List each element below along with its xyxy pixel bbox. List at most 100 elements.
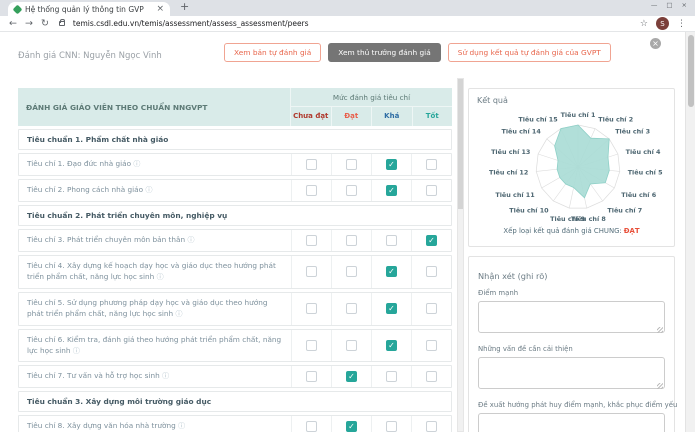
minimize-icon[interactable]: — [651,1,658,9]
padlock-icon [59,21,65,26]
back-icon[interactable]: ← [9,16,17,32]
level-checkbox-col-2[interactable] [386,371,397,382]
level-header-1: Đạt [331,107,372,126]
toolbar-button-2[interactable]: Sử dụng kết quả tự đánh giá của GVPT [448,43,611,62]
forward-icon[interactable]: → [25,16,33,32]
checkbox-cell [291,293,331,325]
level-checkbox-col-1[interactable] [346,185,357,196]
info-icon: ⓘ [178,422,185,430]
criterion-row: Tiêu chí 2. Phong cách nhà giáo ⓘ ✓ [18,179,452,202]
section-row: Tiêu chuẩn 2. Phát triển chuyên môn, ngh… [18,205,452,226]
toolbar-button-1[interactable]: Xem thủ trưởng đánh giá [328,43,441,62]
checkbox-cell: ✓ [371,180,411,201]
level-checkbox-col-3[interactable] [426,340,437,351]
level-checkbox-col-0[interactable] [306,235,317,246]
level-checkbox-col-0[interactable] [306,340,317,351]
level-checkbox-col-0[interactable] [306,303,317,314]
level-checkbox-col-0[interactable] [306,371,317,382]
level-header-0: Chưa đạt [290,107,331,126]
level-checkbox-col-2[interactable]: ✓ [386,185,397,196]
level-checkbox-col-0[interactable] [306,159,317,170]
level-checkbox-col-2[interactable] [386,421,397,432]
level-checkbox-col-0[interactable] [306,266,317,277]
url-text[interactable]: temis.csdl.edu.vn/temis/assessment/asses… [73,19,309,28]
criterion-row: Tiêu chí 4. Xây dựng kế hoạch dạy học và… [18,255,452,289]
checkbox-cell [291,416,331,432]
level-checkbox-col-2[interactable]: ✓ [386,340,397,351]
comment-textarea-1[interactable] [478,357,665,389]
level-checkbox-col-0[interactable] [306,421,317,432]
toolbar-button-0[interactable]: Xem bản tự đánh giá [224,43,321,62]
browser-menu-icon[interactable]: ⋮ [677,19,686,29]
close-window-icon[interactable]: × [682,1,687,9]
checkbox-cell [411,154,451,175]
tab-close-icon[interactable]: × [156,2,164,16]
table-title: ĐÁNH GIÁ GIÁO VIÊN THEO CHUẨN NNGVPT [18,88,290,126]
panel-scrollbar-thumb[interactable] [458,79,463,209]
level-checkbox-col-1[interactable]: ✓ [346,421,357,432]
evaluation-table: ĐÁNH GIÁ GIÁO VIÊN THEO CHUẨN NNGVPT Mức… [18,88,452,432]
level-checkbox-col-2[interactable]: ✓ [386,303,397,314]
level-checkbox-col-3[interactable] [426,159,437,170]
checkbox-cell [291,366,331,387]
criteria-rows: Tiêu chuẩn 1. Phẩm chất nhà giáoTiêu chí… [18,129,452,432]
level-checkbox-col-3[interactable] [426,371,437,382]
comment-textarea-0[interactable] [478,301,665,333]
reload-icon[interactable]: ↻ [41,16,49,32]
criterion-row: Tiêu chí 7. Tư vấn và hỗ trợ học sinh ⓘ✓ [18,365,452,388]
level-checkbox-col-2[interactable]: ✓ [386,266,397,277]
window-controls[interactable]: — □ × [651,1,687,9]
criterion-text: Tiêu chí 2. Phong cách nhà giáo [27,185,143,194]
checkbox-cell [291,330,331,362]
level-checkbox-col-1[interactable] [346,235,357,246]
checkbox-cell [371,416,411,432]
level-header-3: Tốt [412,107,453,126]
level-checkbox-col-1[interactable] [346,159,357,170]
overall-rating: Xếp loại kết quả đánh giá CHUNG:ĐẠT [477,227,666,235]
checkbox-cell [291,154,331,175]
comment-textarea-2[interactable] [478,413,665,432]
window-scrollbar[interactable] [685,32,695,432]
profile-avatar[interactable]: S [656,17,669,30]
restore-icon[interactable]: □ [666,1,672,9]
level-checkbox-col-0[interactable] [306,185,317,196]
criterion-row: Tiêu chí 6. Kiểm tra, đánh giá theo hướn… [18,329,452,363]
panel-scrollbar[interactable] [457,78,464,432]
radar-chart: Tiêu chí 1Tiêu chí 2Tiêu chí 3Tiêu chí 4… [477,106,680,227]
level-checkbox-col-2[interactable]: ✓ [386,159,397,170]
checkbox-cell [331,330,371,362]
close-panel-icon[interactable]: × [650,38,661,49]
criterion-label: Tiêu chí 6. Kiểm tra, đánh giá theo hướn… [19,330,291,362]
radar-axis-label: Tiêu chí 12 [489,169,528,177]
level-checkbox-col-1[interactable] [346,340,357,351]
radar-axis-label: Tiêu chí 14 [501,128,541,136]
level-checkbox-col-3[interactable] [426,185,437,196]
info-icon: ⓘ [133,160,140,168]
checkbox-cell [291,230,331,251]
checkbox-cell [291,180,331,201]
level-checkbox-col-1[interactable] [346,266,357,277]
level-checkbox-col-3[interactable] [426,303,437,314]
window-scrollbar-thumb[interactable] [688,35,694,107]
radar-axis-label: Tiêu chí 4 [626,148,661,156]
level-checkbox-col-3[interactable] [426,421,437,432]
level-checkbox-col-1[interactable]: ✓ [346,371,357,382]
level-checkbox-col-2[interactable] [386,235,397,246]
level-checkbox-col-3[interactable] [426,266,437,277]
checkbox-cell [411,366,451,387]
level-group-label: Mức đánh giá tiêu chí [290,88,452,107]
new-tab-button[interactable]: + [180,0,189,13]
checkbox-cell [331,230,371,251]
radar-axis-label: Tiêu chí 10 [509,207,549,215]
radar-axis-label: Tiêu chí 2 [598,115,633,123]
info-icon: ⓘ [162,372,169,380]
level-checkbox-col-3[interactable]: ✓ [426,235,437,246]
criterion-text: Tiêu chí 3. Phát triển chuyên môn bản th… [27,235,185,244]
bookmark-star-icon[interactable]: ☆ [640,19,648,29]
checkbox-cell: ✓ [331,416,371,432]
browser-tab[interactable]: Hệ thống quản lý thông tin GVP × [8,2,170,16]
info-icon: ⓘ [73,347,80,355]
criterion-label: Tiêu chí 2. Phong cách nhà giáo ⓘ [19,180,291,201]
overall-rating-label: Xếp loại kết quả đánh giá CHUNG: [503,227,621,235]
level-checkbox-col-1[interactable] [346,303,357,314]
